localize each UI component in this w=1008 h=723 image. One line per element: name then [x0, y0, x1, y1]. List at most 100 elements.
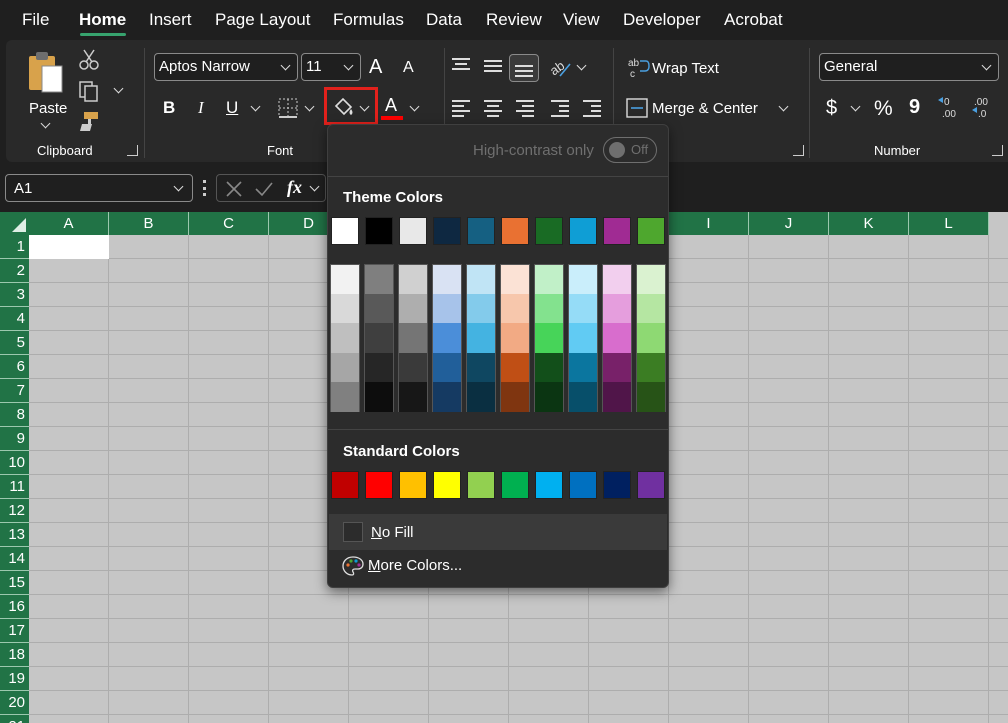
- wrap-text-button[interactable]: Wrap Text: [652, 60, 719, 77]
- alignment-launcher-icon[interactable]: [793, 145, 804, 156]
- theme-shade-swatch[interactable]: [637, 323, 665, 354]
- merge-center-button[interactable]: Merge & Center: [652, 100, 758, 117]
- theme-color-swatch[interactable]: [365, 217, 393, 245]
- theme-shade-swatch[interactable]: [433, 323, 461, 354]
- theme-shade-swatch[interactable]: [331, 352, 359, 383]
- insert-function-button[interactable]: fx: [287, 177, 302, 198]
- theme-shade-swatch[interactable]: [399, 323, 427, 354]
- standard-color-swatch[interactable]: [399, 471, 427, 499]
- theme-shade-swatch[interactable]: [467, 265, 495, 295]
- row-header-10[interactable]: 10: [0, 451, 29, 475]
- theme-shade-swatch[interactable]: [365, 294, 393, 325]
- theme-shade-swatch[interactable]: [569, 294, 597, 325]
- theme-shade-swatch[interactable]: [433, 265, 461, 295]
- row-header-5[interactable]: 5: [0, 331, 29, 355]
- clipboard-launcher-icon[interactable]: [127, 145, 138, 156]
- active-cell-a1[interactable]: [29, 235, 109, 259]
- standard-color-swatch[interactable]: [603, 471, 631, 499]
- theme-shade-swatch[interactable]: [603, 323, 631, 354]
- theme-color-swatch[interactable]: [637, 217, 665, 245]
- percent-button[interactable]: %: [874, 97, 893, 121]
- theme-shade-swatch[interactable]: [501, 323, 529, 354]
- merge-center-dropdown-icon[interactable]: [778, 101, 789, 112]
- theme-shade-swatch[interactable]: [433, 352, 461, 383]
- theme-shade-swatch[interactable]: [535, 265, 563, 295]
- theme-shade-swatch[interactable]: [399, 381, 427, 412]
- theme-color-swatch[interactable]: [467, 217, 495, 245]
- align-left-icon[interactable]: [452, 100, 470, 120]
- enter-icon[interactable]: [254, 180, 274, 198]
- tab-formulas[interactable]: Formulas: [333, 10, 404, 30]
- theme-shade-swatch[interactable]: [365, 323, 393, 354]
- theme-shade-swatch[interactable]: [569, 381, 597, 412]
- row-header-20[interactable]: 20: [0, 691, 29, 715]
- row-header-11[interactable]: 11: [0, 475, 29, 499]
- italic-button[interactable]: I: [198, 98, 204, 118]
- tab-developer[interactable]: Developer: [623, 10, 701, 30]
- theme-shade-swatch[interactable]: [331, 265, 359, 295]
- row-header-15[interactable]: 15: [0, 571, 29, 595]
- row-header-17[interactable]: 17: [0, 619, 29, 643]
- theme-shade-swatch[interactable]: [331, 323, 359, 354]
- row-header-16[interactable]: 16: [0, 595, 29, 619]
- theme-color-swatch[interactable]: [501, 217, 529, 245]
- tab-insert[interactable]: Insert: [149, 10, 192, 30]
- theme-shade-swatch[interactable]: [603, 352, 631, 383]
- theme-color-swatch[interactable]: [569, 217, 597, 245]
- name-box[interactable]: A1: [5, 174, 193, 202]
- currency-button[interactable]: $: [826, 97, 837, 120]
- row-header-7[interactable]: 7: [0, 379, 29, 403]
- top-align-icon[interactable]: [452, 58, 470, 73]
- cancel-icon[interactable]: [225, 180, 243, 198]
- column-header-k[interactable]: K: [829, 212, 909, 235]
- row-header-13[interactable]: 13: [0, 523, 29, 547]
- row-header-1[interactable]: 1: [0, 235, 29, 259]
- align-right-icon[interactable]: [516, 100, 534, 120]
- standard-color-swatch[interactable]: [535, 471, 563, 499]
- row-header-14[interactable]: 14: [0, 547, 29, 571]
- theme-shade-swatch[interactable]: [399, 294, 427, 325]
- theme-shade-swatch[interactable]: [501, 352, 529, 383]
- no-fill-option[interactable]: No Fill: [329, 514, 667, 550]
- theme-shade-swatch[interactable]: [637, 265, 665, 295]
- number-launcher-icon[interactable]: [992, 145, 1003, 156]
- theme-shade-swatch[interactable]: [365, 381, 393, 412]
- font-name-select[interactable]: Aptos Narrow: [154, 53, 298, 81]
- theme-shade-swatch[interactable]: [501, 265, 529, 295]
- column-header-i[interactable]: I: [669, 212, 749, 235]
- theme-shade-swatch[interactable]: [365, 265, 393, 295]
- decrease-decimal-icon[interactable]: .00.0: [970, 94, 998, 120]
- theme-shade-swatch[interactable]: [637, 294, 665, 325]
- standard-color-swatch[interactable]: [433, 471, 461, 499]
- orientation-icon[interactable]: ab: [548, 56, 572, 78]
- increase-indent-icon[interactable]: [583, 100, 601, 120]
- middle-align-icon[interactable]: [484, 60, 502, 75]
- standard-color-swatch[interactable]: [365, 471, 393, 499]
- theme-shade-swatch[interactable]: [433, 381, 461, 412]
- theme-shade-swatch[interactable]: [535, 381, 563, 412]
- standard-color-swatch[interactable]: [637, 471, 665, 499]
- theme-shade-swatch[interactable]: [399, 265, 427, 295]
- row-header-9[interactable]: 9: [0, 427, 29, 451]
- theme-shade-swatch[interactable]: [603, 294, 631, 325]
- row-header-12[interactable]: 12: [0, 499, 29, 523]
- theme-shade-swatch[interactable]: [433, 294, 461, 325]
- chevron-down-icon[interactable]: [309, 181, 320, 192]
- theme-shade-swatch[interactable]: [365, 352, 393, 383]
- theme-shade-swatch[interactable]: [399, 352, 427, 383]
- theme-color-swatch[interactable]: [603, 217, 631, 245]
- theme-shade-swatch[interactable]: [535, 294, 563, 325]
- theme-shade-swatch[interactable]: [331, 381, 359, 412]
- column-header-a[interactable]: A: [29, 212, 109, 235]
- currency-dropdown-icon[interactable]: [850, 101, 861, 112]
- theme-color-swatch[interactable]: [399, 217, 427, 245]
- standard-color-swatch[interactable]: [331, 471, 359, 499]
- row-header-3[interactable]: 3: [0, 283, 29, 307]
- theme-shade-swatch[interactable]: [467, 381, 495, 412]
- theme-shade-swatch[interactable]: [569, 352, 597, 383]
- column-header-j[interactable]: J: [749, 212, 829, 235]
- theme-shade-swatch[interactable]: [501, 294, 529, 325]
- standard-color-swatch[interactable]: [569, 471, 597, 499]
- theme-shade-swatch[interactable]: [603, 381, 631, 412]
- borders-dropdown-icon[interactable]: [304, 101, 315, 112]
